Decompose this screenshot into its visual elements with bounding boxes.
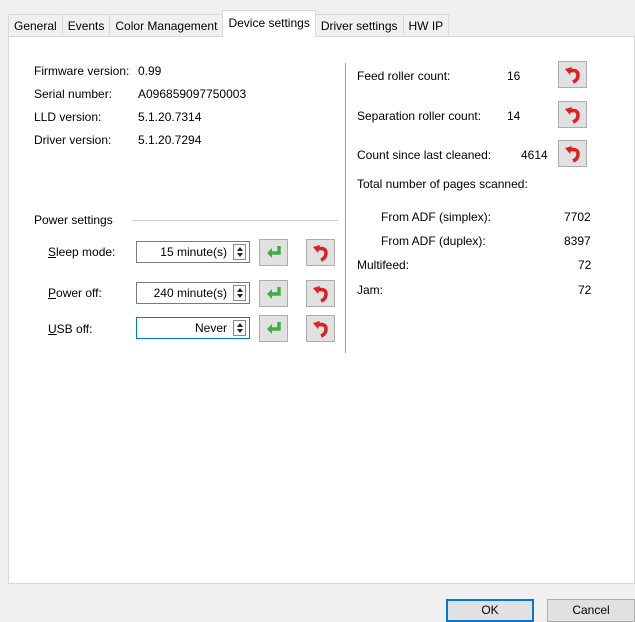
power-off-value[interactable]: 240 minute(s): [137, 283, 231, 303]
count-since-cleaned-label: Count since last cleaned:: [357, 148, 492, 162]
separation-roller-reset-button[interactable]: [558, 101, 587, 128]
spinner-arrows-icon[interactable]: [233, 320, 246, 336]
group-divider: [132, 220, 338, 221]
undo-arrow-icon: [565, 107, 580, 124]
duplex-label: From ADF (duplex):: [381, 234, 486, 248]
tab-events[interactable]: Events: [61, 14, 111, 36]
tab-hw-ip[interactable]: HW IP: [402, 14, 450, 36]
undo-arrow-icon: [565, 67, 580, 84]
spinner-arrows-icon[interactable]: [233, 244, 246, 260]
power-settings-group-label: Power settings: [34, 213, 113, 227]
tab-color-management[interactable]: Color Management: [109, 14, 224, 36]
usb-off-label-text: SB off:: [56, 322, 93, 336]
driver-version-label: Driver version:: [34, 133, 112, 147]
driver-version-value: 5.1.20.7294: [138, 133, 202, 147]
serial-number-label: Serial number:: [34, 87, 113, 101]
enter-arrow-icon: [267, 287, 281, 299]
separation-roller-count-label: Separation roller count:: [357, 109, 482, 123]
sleep-mode-spinbox[interactable]: 15 minute(s): [136, 241, 250, 263]
lld-version-value: 5.1.20.7314: [138, 110, 202, 124]
jam-value: 72: [578, 283, 592, 297]
feed-roller-count-value: 16: [507, 69, 521, 83]
usb-off-accel: U: [48, 322, 57, 336]
power-off-apply-button[interactable]: [259, 280, 288, 307]
feed-roller-count-label: Feed roller count:: [357, 69, 451, 83]
jam-label: Jam:: [357, 283, 384, 297]
simplex-value: 7702: [564, 210, 591, 224]
simplex-label: From ADF (simplex):: [381, 210, 492, 224]
enter-arrow-icon: [267, 322, 281, 334]
undo-arrow-icon: [565, 146, 580, 163]
ok-button[interactable]: OK: [446, 599, 534, 622]
power-off-accel: P: [48, 286, 57, 300]
count-since-cleaned-value: 4614: [521, 148, 548, 162]
usb-off-apply-button[interactable]: [259, 315, 288, 342]
lld-version-label: LLD version:: [34, 110, 102, 124]
count-since-cleaned-reset-button[interactable]: [558, 140, 587, 167]
firmware-version-label: Firmware version:: [34, 64, 130, 78]
sleep-mode-label-text: leep mode:: [56, 245, 116, 259]
total-pages-scanned-label: Total number of pages scanned:: [357, 177, 528, 191]
duplex-value: 8397: [564, 234, 591, 248]
sleep-mode-value[interactable]: 15 minute(s): [137, 242, 231, 262]
usb-off-value[interactable]: Never: [137, 318, 231, 338]
tab-driver-settings[interactable]: Driver settings: [314, 14, 404, 36]
undo-arrow-icon: [313, 286, 328, 303]
sleep-mode-label: Sleep mode:: [48, 245, 115, 259]
usb-off-reset-button[interactable]: [306, 315, 335, 342]
sleep-reset-button[interactable]: [306, 239, 335, 266]
tab-device-settings[interactable]: Device settings: [222, 10, 316, 37]
spinner-arrows-icon[interactable]: [233, 285, 246, 301]
power-off-label-text: ower off:: [56, 286, 102, 300]
sleep-apply-button[interactable]: [259, 239, 288, 266]
tab-general[interactable]: General: [8, 14, 63, 36]
usb-off-label: USB off:: [48, 322, 92, 336]
multifeed-value: 72: [578, 258, 592, 272]
separation-roller-count-value: 14: [507, 109, 521, 123]
power-off-label: Power off:: [48, 286, 102, 300]
tab-strip: General Events Color Management Device s…: [8, 10, 635, 37]
cancel-button[interactable]: Cancel: [547, 599, 635, 622]
usb-off-spinbox[interactable]: Never: [136, 317, 250, 339]
sleep-mode-accel: S: [48, 245, 57, 259]
enter-arrow-icon: [267, 246, 281, 258]
multifeed-label: Multifeed:: [357, 258, 410, 272]
feed-roller-reset-button[interactable]: [558, 61, 587, 88]
device-settings-panel: [8, 36, 635, 584]
firmware-version-value: 0.99: [138, 64, 162, 78]
vertical-divider: [345, 63, 346, 353]
power-off-spinbox[interactable]: 240 minute(s): [136, 282, 250, 304]
undo-arrow-icon: [313, 321, 328, 338]
power-off-reset-button[interactable]: [306, 280, 335, 307]
serial-number-value: A096859097750003: [138, 87, 247, 101]
undo-arrow-icon: [313, 245, 328, 262]
